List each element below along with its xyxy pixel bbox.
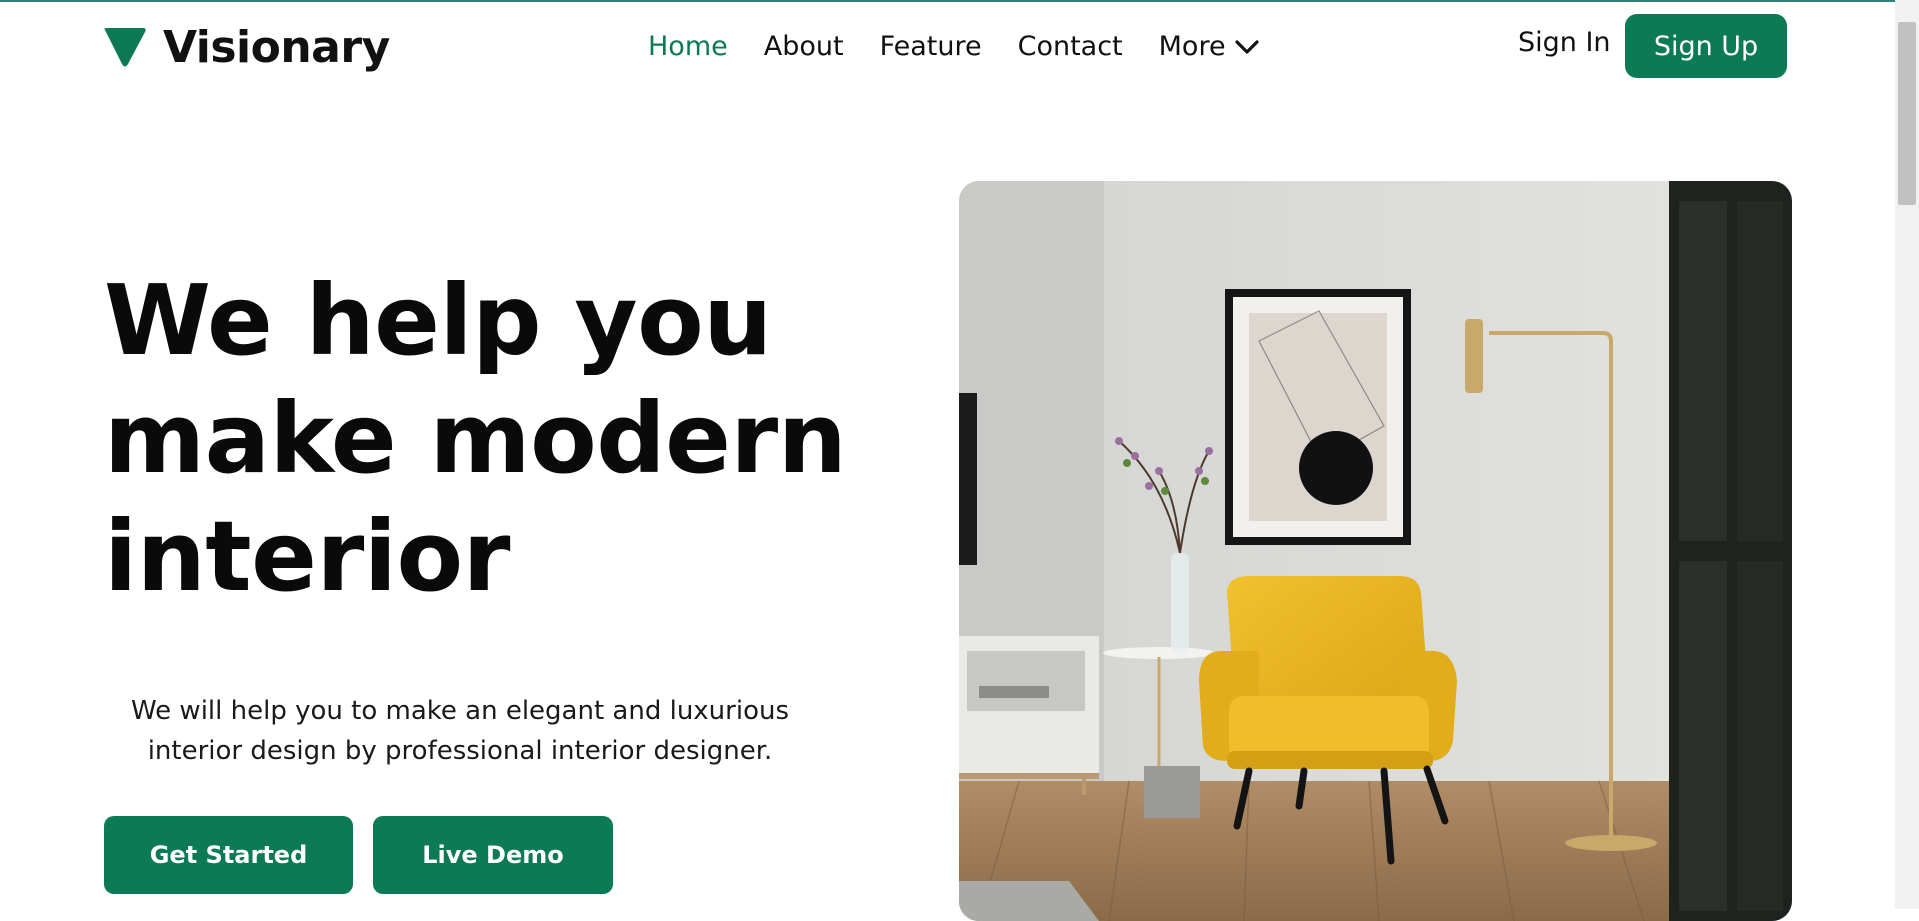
page-scrollbar[interactable] [1895, 0, 1919, 909]
sign-up-button[interactable]: Sign Up [1625, 14, 1787, 78]
chevron-down-icon [1234, 40, 1259, 54]
nav-item-feature[interactable]: Feature [880, 27, 982, 67]
brand-logo[interactable]: Visionary [101, 20, 390, 76]
hero-title: We help you make modern interior [104, 262, 864, 616]
nav-item-about[interactable]: About [764, 27, 844, 67]
nav-item-more[interactable]: More [1159, 27, 1260, 67]
hero-title-line: interior [104, 500, 511, 613]
nav-item-home[interactable]: Home [648, 27, 728, 67]
brand-name: Visionary [163, 22, 390, 73]
hero-subtitle-line: interior design by professional interior… [147, 736, 773, 766]
scrollbar-thumb[interactable] [1898, 22, 1916, 205]
sign-in-link[interactable]: Sign In [1518, 23, 1611, 63]
get-started-button[interactable]: Get Started [104, 816, 353, 894]
hero-title-line: make modern [104, 382, 847, 495]
live-demo-button[interactable]: Live Demo [373, 816, 613, 894]
nav-item-contact[interactable]: Contact [1018, 27, 1123, 67]
nav-more-label: More [1158, 31, 1226, 62]
triangle-logo-icon [104, 28, 146, 67]
hero-subtitle-line: We will help you to make an elegant and … [130, 696, 790, 726]
hero-subtitle: We will help you to make an elegant and … [120, 691, 800, 771]
top-border [0, 0, 1919, 2]
interior-illustration [959, 181, 1792, 921]
main-nav: Home About Feature Contact More [648, 27, 1260, 67]
interior-room-photo [959, 181, 1792, 921]
hero-title-line: We help you [104, 264, 772, 377]
